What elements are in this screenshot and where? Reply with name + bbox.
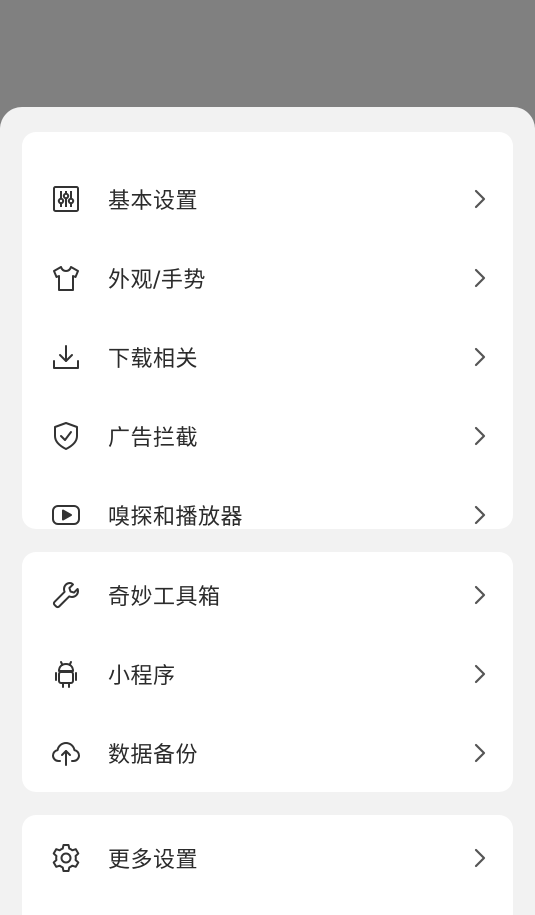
chevron-right-icon [471, 266, 489, 290]
menu-item-mini-programs[interactable]: 小程序 [22, 634, 513, 713]
shield-check-icon [50, 420, 82, 452]
settings-group-main: 基本设置 外观/手势 下载相关 广告拦截 嗅探和播放器 [22, 132, 513, 529]
settings-group-more: 更多设置 [22, 815, 513, 915]
menu-item-label: 小程序 [108, 663, 176, 689]
menu-item-toolbox[interactable]: 奇妙工具箱 [22, 555, 513, 634]
chevron-right-icon [471, 345, 489, 369]
menu-item-appearance-gestures[interactable]: 外观/手势 [22, 238, 513, 317]
gear-icon [50, 842, 82, 874]
download-icon [50, 341, 82, 373]
sliders-icon [50, 183, 82, 215]
android-icon [50, 658, 82, 690]
menu-item-label: 更多设置 [108, 847, 199, 873]
menu-item-label: 奇妙工具箱 [108, 584, 221, 610]
dimmed-background[interactable] [0, 0, 535, 107]
menu-item-label: 数据备份 [108, 742, 199, 768]
menu-item-label: 嗅探和播放器 [108, 504, 244, 530]
chevron-right-icon [471, 846, 489, 870]
menu-item-label: 外观/手势 [108, 267, 206, 293]
chevron-right-icon [471, 424, 489, 448]
menu-item-sniffer-player[interactable]: 嗅探和播放器 [22, 475, 513, 529]
menu-item-label: 下载相关 [108, 346, 199, 372]
chevron-right-icon [471, 662, 489, 686]
menu-item-ad-blocking[interactable]: 广告拦截 [22, 396, 513, 475]
menu-item-basic-settings[interactable]: 基本设置 [22, 159, 513, 238]
chevron-right-icon [471, 187, 489, 211]
menu-item-label: 基本设置 [108, 188, 199, 214]
chevron-right-icon [471, 503, 489, 527]
chevron-right-icon [471, 583, 489, 607]
menu-item-label: 广告拦截 [108, 425, 199, 451]
settings-group-tools: 奇妙工具箱 小程序 数据备份 [22, 552, 513, 792]
play-icon [50, 499, 82, 530]
chevron-right-icon [471, 741, 489, 765]
menu-item-data-backup[interactable]: 数据备份 [22, 713, 513, 792]
settings-bottom-sheet: 基本设置 外观/手势 下载相关 广告拦截 嗅探和播放器 奇妙工具箱 小程序 数据… [0, 107, 535, 915]
menu-item-download-settings[interactable]: 下载相关 [22, 317, 513, 396]
tshirt-icon [50, 262, 82, 294]
menu-item-more-settings[interactable]: 更多设置 [22, 818, 513, 897]
wrench-icon [50, 579, 82, 611]
cloud-upload-icon [50, 737, 82, 769]
